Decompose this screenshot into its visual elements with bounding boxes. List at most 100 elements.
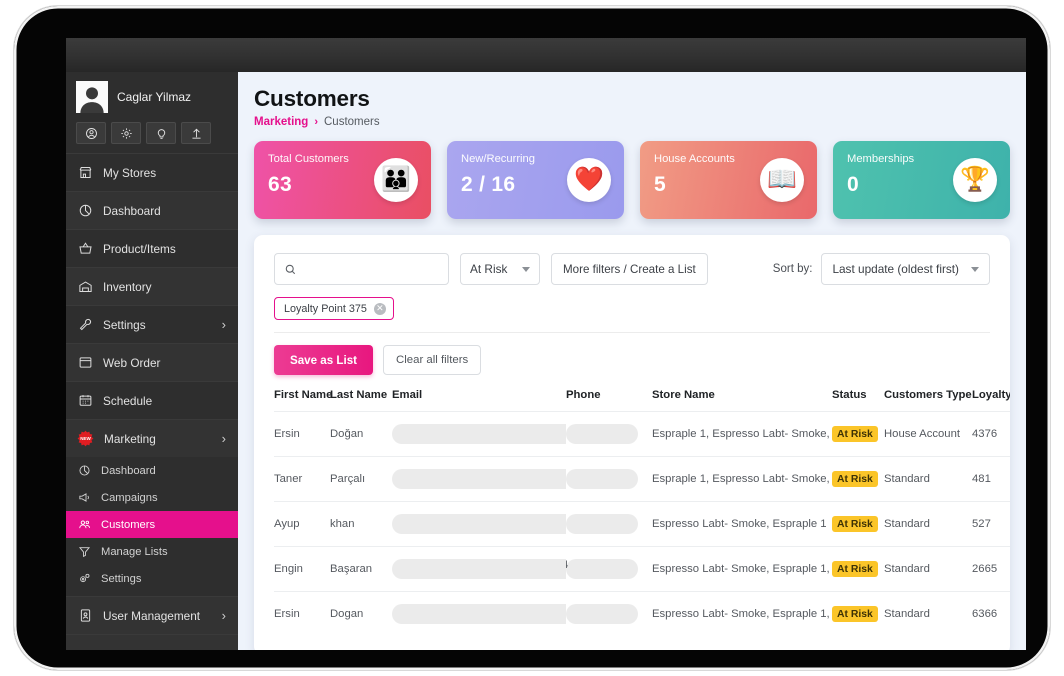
sidebar: Caglar Yilmaz My Stores Dashboard Produc… bbox=[66, 72, 238, 650]
table-row[interactable]: Ayup khan Espresso Labt- Smoke, Espraple 1… bbox=[274, 501, 1010, 547]
sidebar-item-manage-lists[interactable]: Manage Lists bbox=[66, 538, 238, 565]
sidebar-item-user-management[interactable]: User Management › bbox=[66, 596, 238, 634]
cell-phone bbox=[566, 591, 652, 636]
breadcrumb: Marketing › Customers bbox=[254, 116, 1010, 128]
cell-loyalty-points: 527 bbox=[972, 501, 1010, 547]
chevron-right-icon: › bbox=[221, 608, 226, 623]
upload-icon-button[interactable] bbox=[181, 122, 211, 144]
sort-select[interactable]: Last update (oldest first) bbox=[821, 253, 990, 285]
sidebar-item-marketing[interactable]: NEW Marketing › bbox=[66, 419, 238, 457]
table-row[interactable]: Taner Parçalı Espraple 1, Espresso Labt- S… bbox=[274, 456, 1010, 502]
avatar bbox=[76, 81, 108, 113]
sidebar-item-marketing-settings[interactable]: Settings bbox=[66, 565, 238, 592]
calendar-icon bbox=[77, 393, 93, 408]
column-header-first-name[interactable]: First Name bbox=[274, 389, 332, 412]
sidebar-item-partial[interactable] bbox=[66, 634, 238, 650]
tips-icon-button[interactable] bbox=[146, 122, 176, 144]
sort-control: Sort by: Last update (oldest first) bbox=[773, 253, 990, 285]
cogs-icon bbox=[77, 572, 92, 585]
filter-chip-label: Loyalty Point 375 bbox=[284, 302, 367, 315]
id-card-icon bbox=[77, 608, 93, 623]
cell-status: At Risk bbox=[832, 411, 884, 457]
sidebar-item-label: Product/Items bbox=[103, 241, 176, 256]
family-icon: 👪 bbox=[374, 158, 418, 202]
account-icon-button[interactable] bbox=[76, 122, 106, 144]
column-header-store-name[interactable]: Store Name bbox=[652, 389, 832, 412]
sidebar-item-product-items[interactable]: Product/Items bbox=[66, 229, 238, 267]
cell-store-name: Espraple 1, Espresso Labt- Smoke, bbox=[652, 456, 832, 502]
sidebar-item-my-stores[interactable]: My Stores bbox=[66, 153, 238, 191]
sidebar-item-label: User Management bbox=[103, 608, 201, 623]
customers-panel: At Risk More filters / Create a List Sor… bbox=[254, 235, 1010, 650]
sidebar-item-campaigns[interactable]: Campaigns bbox=[66, 484, 238, 511]
status-badge: At Risk bbox=[832, 606, 878, 622]
column-header-customers-type[interactable]: Customers Type bbox=[884, 389, 972, 412]
basket-icon bbox=[77, 241, 93, 256]
settings-icon-button[interactable] bbox=[111, 122, 141, 144]
redacted-phone bbox=[566, 604, 638, 624]
account-icon bbox=[85, 127, 97, 139]
stat-card-house-accounts[interactable]: House Accounts 5 📖 bbox=[640, 141, 817, 219]
app-top-bar bbox=[66, 38, 1026, 72]
cell-customers-type: Standard bbox=[884, 456, 972, 502]
cell-email bbox=[392, 456, 566, 502]
column-header-phone[interactable]: Phone bbox=[566, 389, 652, 412]
sidebar-item-dashboard[interactable]: Dashboard bbox=[66, 191, 238, 229]
more-filters-label: More filters / Create a List bbox=[563, 262, 696, 276]
breadcrumb-parent-link[interactable]: Marketing bbox=[254, 116, 308, 128]
cell-customers-type: House Account bbox=[884, 411, 972, 457]
sidebar-user-profile[interactable]: Caglar Yilmaz bbox=[66, 72, 238, 120]
trophy-icon: 🏆 bbox=[953, 158, 997, 202]
filter-chip-loyalty-point[interactable]: Loyalty Point 375 ✕ bbox=[274, 297, 394, 320]
store-icon bbox=[77, 165, 93, 180]
active-filter-chip-row: Loyalty Point 375 ✕ bbox=[254, 285, 1010, 320]
status-badge: At Risk bbox=[832, 471, 878, 487]
clear-all-filters-button[interactable]: Clear all filters bbox=[383, 345, 482, 375]
cell-last-name: Dogan bbox=[330, 591, 392, 636]
search-box[interactable] bbox=[274, 253, 449, 285]
sidebar-item-inventory[interactable]: Inventory bbox=[66, 267, 238, 305]
sidebar-item-customers[interactable]: Customers bbox=[66, 511, 238, 538]
stat-card-memberships[interactable]: Memberships 0 🏆 bbox=[833, 141, 1010, 219]
sort-by-label: Sort by: bbox=[772, 263, 813, 275]
cell-customers-type: Standard bbox=[884, 546, 972, 592]
cell-last-name: Doğan bbox=[330, 411, 392, 457]
column-header-status[interactable]: Status bbox=[832, 389, 884, 412]
stat-card-new-recurring[interactable]: New/Recurring 2 / 16 ❤️ bbox=[447, 141, 624, 219]
table-row[interactable]: Ersin Doğan Espraple 1, Espresso Labt- Smo… bbox=[274, 411, 1010, 457]
sidebar-item-web-order[interactable]: Web Order bbox=[66, 343, 238, 381]
cell-status: At Risk bbox=[832, 546, 884, 592]
save-as-list-button[interactable]: Save as List bbox=[274, 345, 374, 375]
status-filter-select[interactable]: At Risk bbox=[460, 253, 540, 285]
cell-customers-type: Standard bbox=[884, 501, 972, 547]
customers-table: First Name Last Name Email Phone Store N… bbox=[274, 389, 1010, 636]
close-circle-icon[interactable]: ✕ bbox=[373, 302, 386, 315]
column-header-email[interactable]: Email bbox=[392, 389, 566, 412]
sidebar-item-schedule[interactable]: Schedule bbox=[66, 381, 238, 419]
cell-email bbox=[392, 501, 566, 547]
table-row[interactable]: EnginBaşaran 4 Espresso Labt- Smoke, Espra… bbox=[274, 546, 1010, 592]
heart-icon: ❤️ bbox=[567, 158, 611, 202]
column-header-last-name[interactable]: Last Name bbox=[330, 389, 392, 412]
redacted-email bbox=[392, 514, 566, 534]
column-header-loyalty-points[interactable]: Loyalty Points bbox=[972, 389, 1010, 412]
cell-first-name: Ersin bbox=[274, 591, 330, 636]
redacted-phone bbox=[566, 469, 638, 489]
table-row[interactable]: Ersin Dogan Espresso Labt- Smoke, Espraple… bbox=[274, 591, 1010, 636]
pie-chart-icon bbox=[77, 464, 92, 477]
sidebar-item-settings[interactable]: Settings › bbox=[66, 305, 238, 343]
search-input[interactable] bbox=[303, 263, 439, 275]
breadcrumb-current: Customers bbox=[324, 116, 380, 128]
more-filters-button[interactable]: More filters / Create a List bbox=[551, 253, 708, 285]
cell-loyalty-points: 6366 bbox=[972, 591, 1010, 636]
cell-first-name: Engin bbox=[274, 546, 330, 592]
tablet-device-frame: Caglar Yilmaz My Stores Dashboard Produc… bbox=[14, 6, 1050, 670]
cell-store-name: Espraple 1, Espresso Labt- Smoke, bbox=[652, 411, 832, 457]
cell-phone bbox=[566, 411, 652, 457]
sidebar-item-label: Inventory bbox=[103, 279, 152, 294]
sidebar-item-marketing-dashboard[interactable]: Dashboard bbox=[66, 457, 238, 484]
stat-card-row: Total Customers 63 👪 New/Recurring 2 / 1… bbox=[254, 141, 1010, 219]
redacted-email bbox=[392, 424, 566, 444]
pie-chart-icon bbox=[77, 203, 93, 218]
stat-card-total-customers[interactable]: Total Customers 63 👪 bbox=[254, 141, 431, 219]
